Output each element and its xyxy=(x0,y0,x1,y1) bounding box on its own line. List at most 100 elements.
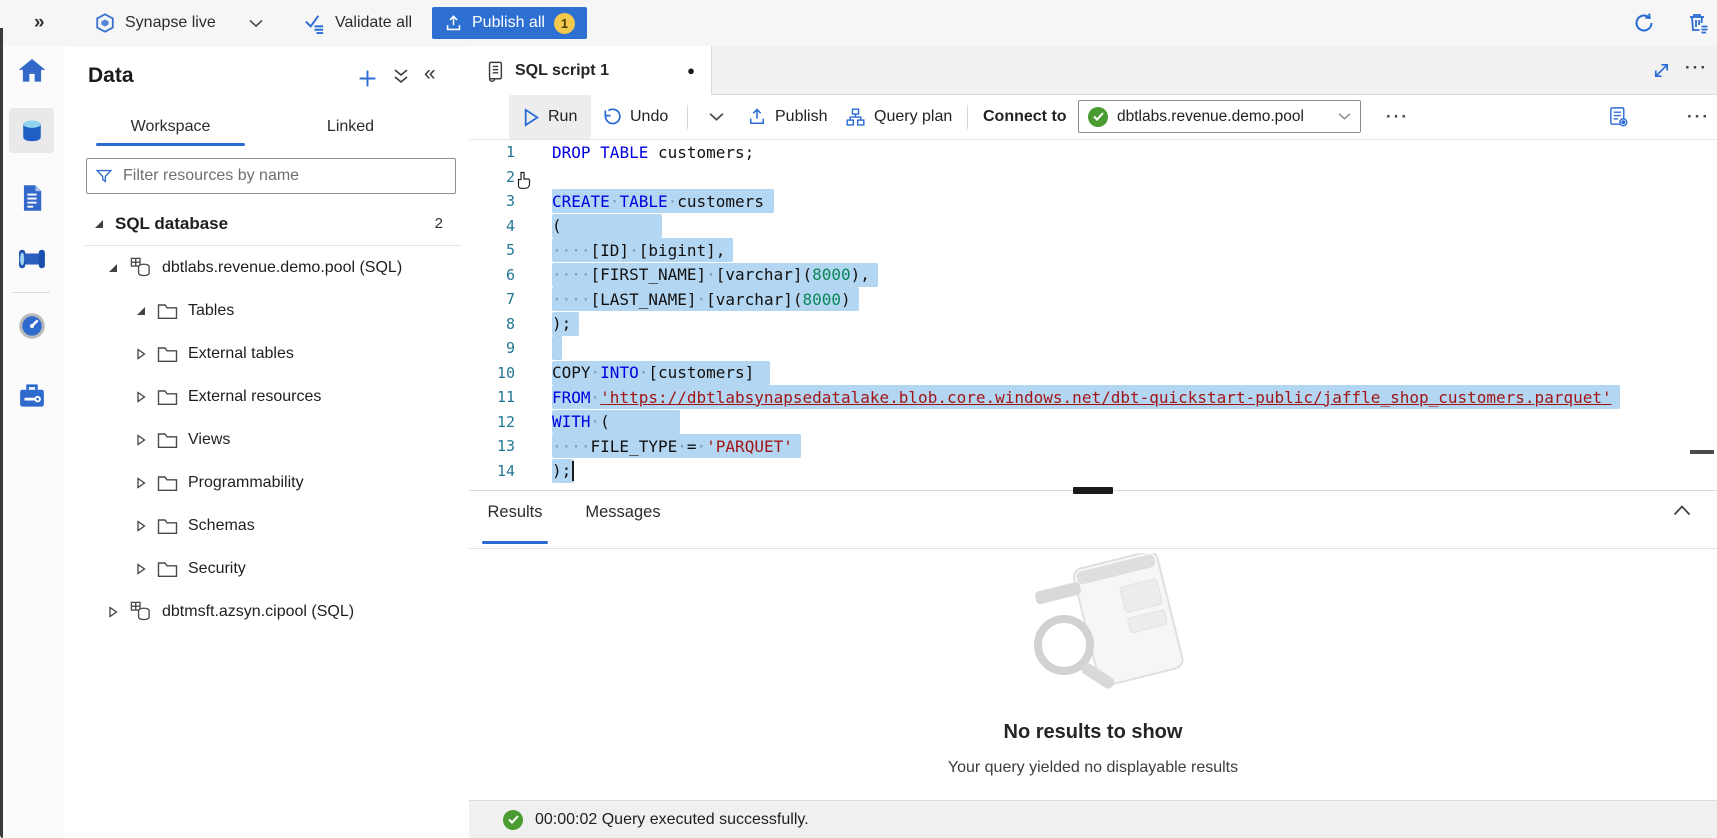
no-results-illustration xyxy=(988,553,1198,713)
folder-icon xyxy=(157,474,178,492)
activity-bar xyxy=(0,46,64,838)
tab-messages[interactable]: Messages xyxy=(581,503,665,522)
code-line-6[interactable]: 6····[FIRST_NAME]·[varchar](8000), xyxy=(469,263,1717,288)
filter-input[interactable] xyxy=(121,166,447,186)
line-number: 8 xyxy=(469,315,515,333)
line-text: ); xyxy=(552,312,579,336)
sidebar-item-monitor[interactable] xyxy=(9,303,54,348)
expanded-triangle-icon xyxy=(93,218,105,230)
validate-all-button[interactable]: Validate all xyxy=(303,0,412,46)
sidebar-item-develop[interactable] xyxy=(9,175,54,220)
publish-all-button[interactable]: Publish all 1 xyxy=(432,7,587,39)
tab-more-menu[interactable]: ··· xyxy=(1685,58,1708,78)
document-icon xyxy=(18,183,46,213)
publish-button[interactable]: Publish xyxy=(739,95,835,139)
gauge-icon xyxy=(17,311,47,341)
collapse-all-button[interactable] xyxy=(393,68,409,86)
environment-selector[interactable]: Synapse live xyxy=(94,0,263,46)
refresh-button[interactable] xyxy=(1632,0,1656,46)
line-text: ); xyxy=(552,459,574,483)
code-line-7[interactable]: 7····[LAST_NAME]·[varchar](8000) xyxy=(469,287,1717,312)
folder-icon xyxy=(157,345,178,363)
properties-button[interactable] xyxy=(1607,105,1630,129)
code-line-1[interactable]: 1DROP TABLE customers; xyxy=(469,140,1717,165)
expand-sidebar-button[interactable]: » xyxy=(34,0,45,46)
unsaved-changes-dot: ● xyxy=(687,63,695,78)
tree-item-programmability[interactable]: Programmability xyxy=(63,461,469,504)
tree-item-label: External tables xyxy=(188,345,294,363)
sql-script-icon xyxy=(485,60,505,82)
tab-sql-script-1[interactable]: SQL script 1 ● xyxy=(469,46,712,95)
code-line-5[interactable]: 5····[ID]·[bigint], xyxy=(469,238,1717,263)
line-number: 14 xyxy=(469,462,515,480)
success-check-icon xyxy=(503,810,523,830)
code-line-13[interactable]: 13····FILE_TYPE·=·'PARQUET' xyxy=(469,434,1717,459)
tree-item-dbtmsft-azsyn-cipool-sql[interactable]: dbtmsft.azsyn.cipool (SQL) xyxy=(63,590,469,633)
line-number: 7 xyxy=(469,290,515,308)
line-text xyxy=(552,336,562,360)
line-text: DROP TABLE customers; xyxy=(552,140,754,164)
run-options-chevron[interactable] xyxy=(701,95,732,139)
tree-item-security[interactable]: Security xyxy=(63,547,469,590)
tab-linked[interactable]: Linked xyxy=(278,118,423,148)
tab-title: SQL script 1 xyxy=(515,62,609,80)
double-chevron-left-icon: « xyxy=(424,62,436,85)
tree-item-dbtlabs-revenue-demo-pool-sql[interactable]: dbtlabs.revenue.demo.pool (SQL) xyxy=(63,246,469,289)
sql-code-editor[interactable]: 1DROP TABLE customers;2 3 CREATE·TABLE·cus… xyxy=(469,140,1717,490)
sidebar-item-data[interactable] xyxy=(9,108,54,153)
chevron-down-icon xyxy=(1338,112,1351,121)
tree-item-schemas[interactable]: Schemas xyxy=(63,504,469,547)
chevron-down-icon xyxy=(709,112,724,122)
collapsed-triangle-icon xyxy=(107,606,119,618)
main-area: SQL script 1 ● ··· Run Undo xyxy=(469,46,1717,838)
connect-to-pool-select[interactable]: dbtlabs.revenue.demo.pool xyxy=(1078,100,1361,133)
expand-editor-button[interactable] xyxy=(1652,61,1671,80)
code-line-11[interactable]: 11FROM·'https://dbtlabsynapsedatalake.bl… xyxy=(469,385,1717,410)
code-line-12[interactable]: 12WITH·( xyxy=(469,410,1717,435)
code-line-2[interactable]: 2 xyxy=(469,165,1717,190)
tree-item-external-tables[interactable]: External tables xyxy=(63,332,469,375)
code-line-14[interactable]: 14); xyxy=(469,459,1717,484)
code-line-3[interactable]: 3 CREATE·TABLE·customers xyxy=(469,189,1717,214)
tree-item-external-resources[interactable]: External resources xyxy=(63,375,469,418)
tab-results[interactable]: Results xyxy=(484,503,546,522)
tree-item-label: Tables xyxy=(188,302,234,320)
trash-icon xyxy=(1686,11,1710,35)
tree-item-views[interactable]: Views xyxy=(63,418,469,461)
line-number: 10 xyxy=(469,364,515,382)
toolbar-more-menu[interactable]: ··· xyxy=(1386,107,1409,127)
home-icon xyxy=(16,55,48,87)
publish-upload-icon xyxy=(444,14,463,33)
text-caret xyxy=(572,461,574,481)
code-line-8[interactable]: 8); xyxy=(469,312,1717,337)
line-number: 4 xyxy=(469,217,515,235)
query-plan-button[interactable]: Query plan xyxy=(837,95,960,139)
run-button[interactable]: Run xyxy=(509,95,591,139)
scrollbar-thumb[interactable] xyxy=(1690,450,1714,454)
line-number: 3 xyxy=(469,192,515,210)
undo-button[interactable]: Undo xyxy=(593,95,676,139)
code-line-10[interactable]: 10COPY·INTO·[customers] xyxy=(469,361,1717,386)
trash-button[interactable] xyxy=(1686,0,1710,46)
collapse-results-button[interactable] xyxy=(1673,505,1691,516)
tree-item-label: External resources xyxy=(188,388,321,406)
panel-resize-handle[interactable] xyxy=(1073,487,1113,494)
line-text: CREATE·TABLE·customers xyxy=(552,189,774,213)
tree-item-tables[interactable]: Tables xyxy=(63,289,469,332)
toolbar-overflow-menu[interactable]: ··· xyxy=(1687,107,1710,127)
line-number: 6 xyxy=(469,266,515,284)
code-line-9[interactable]: 9 xyxy=(469,336,1717,361)
code-line-4[interactable]: 4( xyxy=(469,214,1717,239)
collapse-panel-button[interactable]: « xyxy=(424,62,436,86)
sql-pool-icon xyxy=(129,600,152,623)
sidebar-item-home[interactable] xyxy=(9,48,54,93)
tree-item-label: Programmability xyxy=(188,474,304,492)
add-resource-button[interactable] xyxy=(357,68,378,89)
line-text: ····[ID]·[bigint], xyxy=(552,238,733,262)
rail-divider xyxy=(13,292,50,293)
publish-upload-icon xyxy=(747,107,767,127)
sidebar-item-manage[interactable] xyxy=(9,373,54,418)
window-edge xyxy=(0,28,3,838)
tree-item-sql-database[interactable]: SQL database2 xyxy=(63,202,469,245)
sidebar-item-integrate[interactable] xyxy=(9,236,54,281)
